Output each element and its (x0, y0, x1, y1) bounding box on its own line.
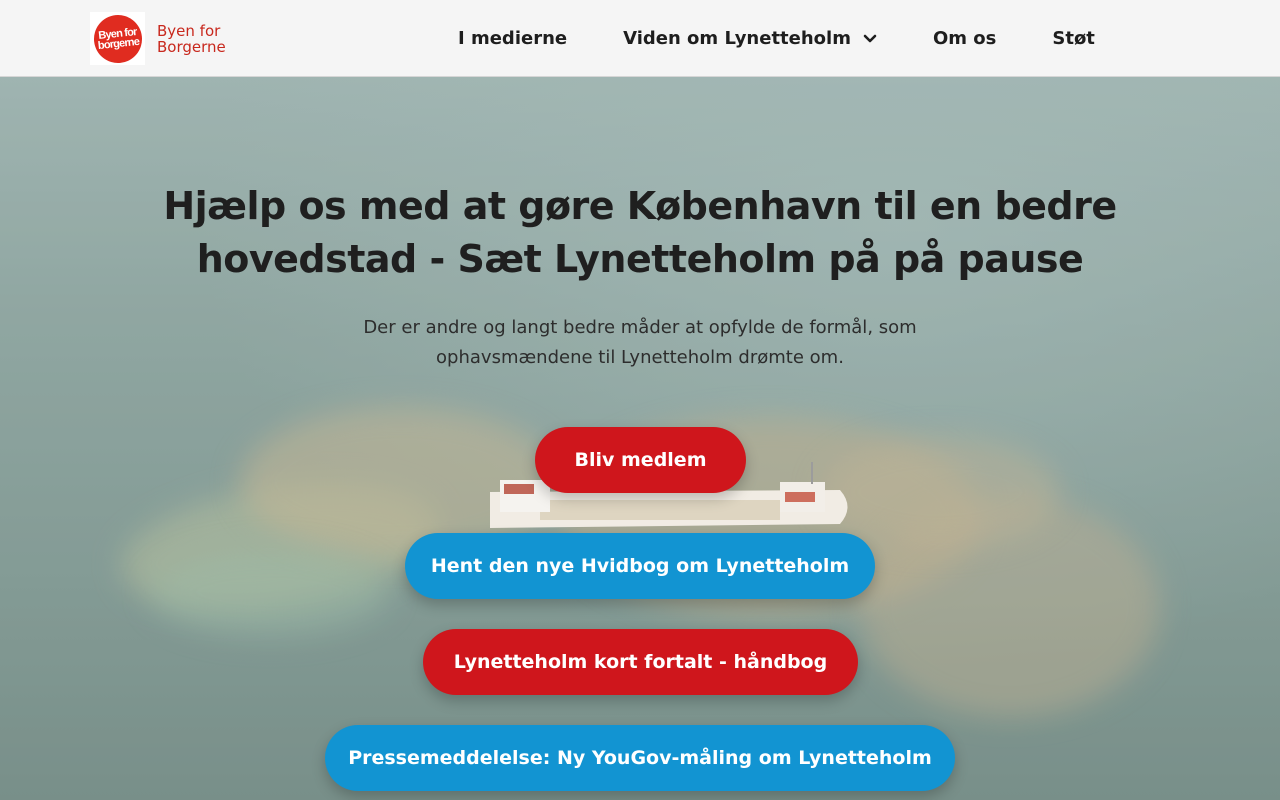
nav-item-viden-om-lynetteholm[interactable]: Viden om Lynetteholm (595, 28, 905, 49)
nav-item-om-os[interactable]: Om os (905, 28, 1024, 49)
button-label: Bliv medlem (574, 449, 707, 471)
nav-item-label: Om os (932, 28, 997, 49)
site-logo[interactable]: Byen for borgerne Byen for Borgerne (90, 12, 226, 65)
hero-title: Hjælp os med at gøre København til en be… (163, 184, 1117, 281)
nav-item-i-medierne[interactable]: I medierne (430, 28, 595, 49)
whitepaper-button[interactable]: Hent den nye Hvidbog om Lynetteholm (405, 533, 875, 599)
logo-mark: Byen for borgerne (90, 12, 145, 65)
chevron-down-icon[interactable] (863, 34, 877, 44)
nav-item-stoet[interactable]: Støt (1024, 28, 1123, 49)
button-label: Pressemeddelelse: Ny YouGov-måling om Ly… (348, 747, 932, 769)
main-nav: I medierne Viden om Lynetteholm Om os St… (430, 0, 1123, 77)
nav-item-label: Viden om Lynetteholm (623, 28, 851, 49)
press-release-button[interactable]: Pressemeddelelse: Ny YouGov-måling om Ly… (325, 725, 955, 791)
button-label: Lynetteholm kort fortalt - håndbog (453, 651, 828, 673)
nav-item-label: Støt (1052, 28, 1095, 49)
logo-text-line1: Byen for (157, 21, 221, 40)
nav-item-label: I medierne (458, 28, 568, 49)
button-label: Hent den nye Hvidbog om Lynetteholm (430, 555, 850, 577)
logo-text-line2: Borgerne (157, 37, 226, 56)
hero-section: Hjælp os med at gøre København til en be… (0, 77, 1280, 800)
logo-text: Byen for Borgerne (157, 23, 226, 55)
handbook-button[interactable]: Lynetteholm kort fortalt - håndbog (423, 629, 858, 695)
site-header: Byen for borgerne Byen for Borgerne I me… (0, 0, 1280, 77)
logo-mark-line2: borgerne (96, 35, 140, 52)
hero-subtitle: Der er andre og langt bedre måder at opf… (363, 317, 917, 368)
logo-circle: Byen for borgerne (91, 12, 144, 65)
join-member-button[interactable]: Bliv medlem (535, 427, 746, 493)
